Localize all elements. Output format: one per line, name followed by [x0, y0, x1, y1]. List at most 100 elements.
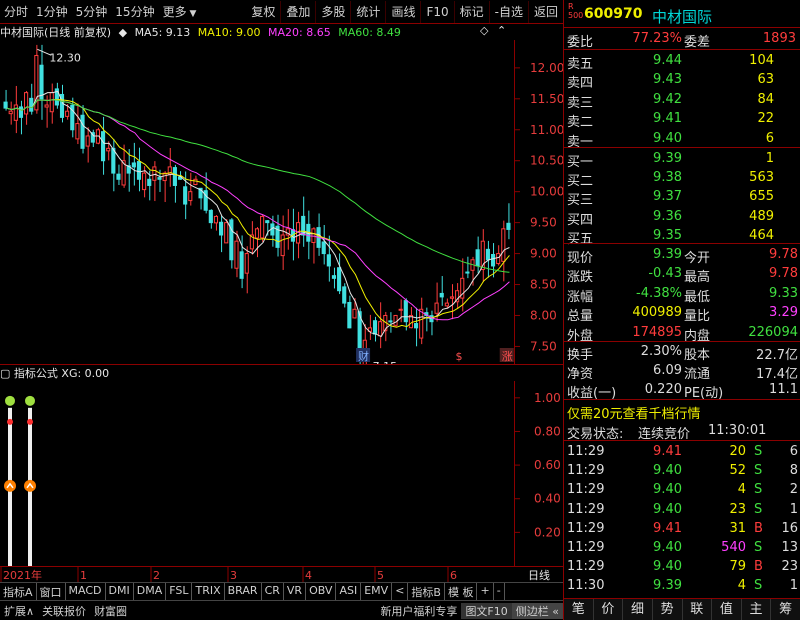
quote-tab[interactable]: 势: [653, 599, 683, 620]
date-label: 4: [305, 569, 312, 582]
period-tab-1min[interactable]: 1分钟: [32, 1, 72, 23]
period-more-button[interactable]: 更多 ▼: [159, 1, 201, 23]
indicator-tab[interactable]: 指标A: [0, 583, 37, 600]
indicator-name[interactable]: 指标公式: [14, 367, 58, 380]
dot-icon: [7, 418, 13, 425]
apple-icon: [25, 395, 35, 406]
candle-body: [44, 104, 49, 108]
candle-body: [188, 191, 193, 202]
chevron-down-icon[interactable]: ◆: [119, 26, 127, 39]
draw-line-button[interactable]: 画线: [386, 0, 422, 23]
f10-button[interactable]: F10: [421, 0, 455, 23]
date-label: 3: [230, 569, 237, 582]
price-tick-label: 11.50: [530, 92, 563, 106]
quote-tab[interactable]: 笔: [564, 599, 594, 620]
candle-body: [193, 178, 198, 186]
indicator-tab[interactable]: TRIX: [192, 583, 225, 600]
indicator-tabs: 指标A 窗口 MACD DMI DMA FSL TRIX BRAR CR VR OBV ASI EMV <…: [0, 582, 563, 600]
period-tab-5min[interactable]: 5分钟: [72, 1, 112, 23]
candle-body: [403, 300, 408, 323]
quote-tab[interactable]: 细: [623, 599, 653, 620]
stock-title: R 500 600970 中材国际: [564, 2, 800, 26]
chevron-up-icon[interactable]: ⌃: [497, 24, 506, 37]
period-label: 日线: [528, 568, 550, 582]
date-label: 5: [377, 569, 384, 582]
overlay-button[interactable]: 叠加: [281, 0, 317, 23]
candle-body: [29, 97, 34, 112]
back-button[interactable]: 返回: [529, 1, 563, 23]
tick-row: 11:30 9.39 4 S 1: [567, 578, 798, 594]
stat2-row: 净资 6.09 流通 17.4亿: [567, 363, 798, 382]
candle-body: [506, 222, 511, 230]
sidebar-toggle-button[interactable]: 侧边栏 «: [511, 602, 563, 619]
multi-stock-button[interactable]: 多股: [316, 0, 352, 23]
indicator-tab[interactable]: VR: [284, 583, 307, 600]
candle-body: [388, 320, 393, 323]
candle-body: [321, 241, 326, 255]
indicator-tab[interactable]: MACD: [66, 583, 106, 600]
price-tick-label: 8.00: [530, 308, 557, 322]
quote-tab[interactable]: 主: [742, 599, 772, 620]
indicator-tab[interactable]: OBV: [306, 583, 337, 600]
indicator-tab[interactable]: <: [392, 583, 409, 600]
indicator-tab[interactable]: FSL: [166, 583, 193, 600]
indicator-tab[interactable]: 窗口: [37, 583, 66, 600]
diamond-icon[interactable]: ◇: [480, 24, 488, 37]
mark-button[interactable]: 标记: [455, 0, 490, 23]
candle-body: [475, 249, 480, 267]
indicator-tab[interactable]: 模 板: [445, 583, 478, 600]
stat-row: 涨跌 -0.43 最高 9.78: [567, 266, 798, 286]
date-label: 2: [153, 569, 160, 582]
promo-banner[interactable]: 仅需20元查看千档行情: [564, 401, 800, 422]
event-mark[interactable]: 涨: [502, 350, 513, 363]
ma10-label: MA10: 9.00: [197, 26, 261, 39]
quote-tab[interactable]: 筹: [771, 599, 800, 620]
date-label: 2021年: [3, 568, 42, 582]
tick-row: 11:29 9.41 20 S 6: [567, 444, 798, 459]
indicator-tab[interactable]: 指标B: [408, 583, 445, 600]
statistics-button[interactable]: 统计: [351, 0, 387, 23]
indicator-tab[interactable]: DMA: [134, 583, 167, 600]
indicator-tab[interactable]: EMV: [361, 583, 393, 600]
adjust-button[interactable]: 复权: [246, 0, 282, 23]
event-mark[interactable]: $: [456, 350, 463, 363]
candle-body: [80, 114, 85, 149]
event-mark[interactable]: 财: [358, 349, 369, 363]
indicator-tick-label: 0.80: [534, 424, 561, 438]
candle-body: [136, 161, 142, 180]
indicator-tab[interactable]: CR: [262, 583, 284, 600]
indicator-tab[interactable]: -: [494, 583, 505, 600]
candle-body: [439, 292, 444, 298]
period-tab-15min[interactable]: 15分钟: [111, 1, 158, 23]
quote-tab[interactable]: 联: [683, 599, 713, 620]
new-user-welfare-link[interactable]: 新用户福利专享: [376, 603, 461, 619]
candle-body: [372, 320, 378, 335]
related-quotes-button[interactable]: 关联报价: [38, 603, 90, 619]
indicator-expand-icon[interactable]: ▢: [0, 367, 10, 380]
indicator-tab[interactable]: +: [477, 583, 494, 600]
chart-title: 中材国际(日线 前复权): [0, 26, 112, 39]
period-tab-timeshare[interactable]: 分时: [0, 1, 32, 23]
indicator-tab[interactable]: BRAR: [225, 583, 262, 600]
candle-body: [142, 172, 147, 191]
chart-header: 中材国际(日线 前复权) ◆ MA5: 9.13 MA10: 9.00 MA20…: [0, 24, 514, 40]
quote-tab[interactable]: 价: [594, 599, 624, 620]
ma60-label: MA60: 8.49: [338, 26, 401, 39]
indicator-chart[interactable]: 1.00 0.80 0.60 0.40 0.20: [0, 381, 563, 566]
wealth-circle-button[interactable]: 财富圈: [90, 603, 131, 619]
expand-button[interactable]: 扩展∧: [0, 603, 38, 619]
candle-body: [260, 215, 265, 239]
candle-body: [342, 286, 347, 304]
indicator-tab[interactable]: DMI: [106, 583, 134, 600]
kline-chart[interactable]: 12.00 11.50 11.00 10.50 10.00 9.50 9.00 8.50 8.0…: [0, 40, 563, 365]
candle-body: [419, 308, 424, 339]
remove-watchlist-button[interactable]: -自选: [490, 0, 529, 23]
candle-body: [331, 275, 337, 279]
indicator-tab[interactable]: ASI: [336, 583, 362, 600]
candle-body: [116, 173, 121, 180]
stat2-row: 收益(一) 0.220 PE(动) 11.1: [567, 382, 798, 401]
graphic-f10-button[interactable]: 图文F10: [461, 602, 512, 619]
r-badge: R 500: [568, 2, 584, 20]
indicator-value: XG: 0.00: [61, 367, 110, 380]
quote-tab[interactable]: 值: [712, 599, 742, 620]
